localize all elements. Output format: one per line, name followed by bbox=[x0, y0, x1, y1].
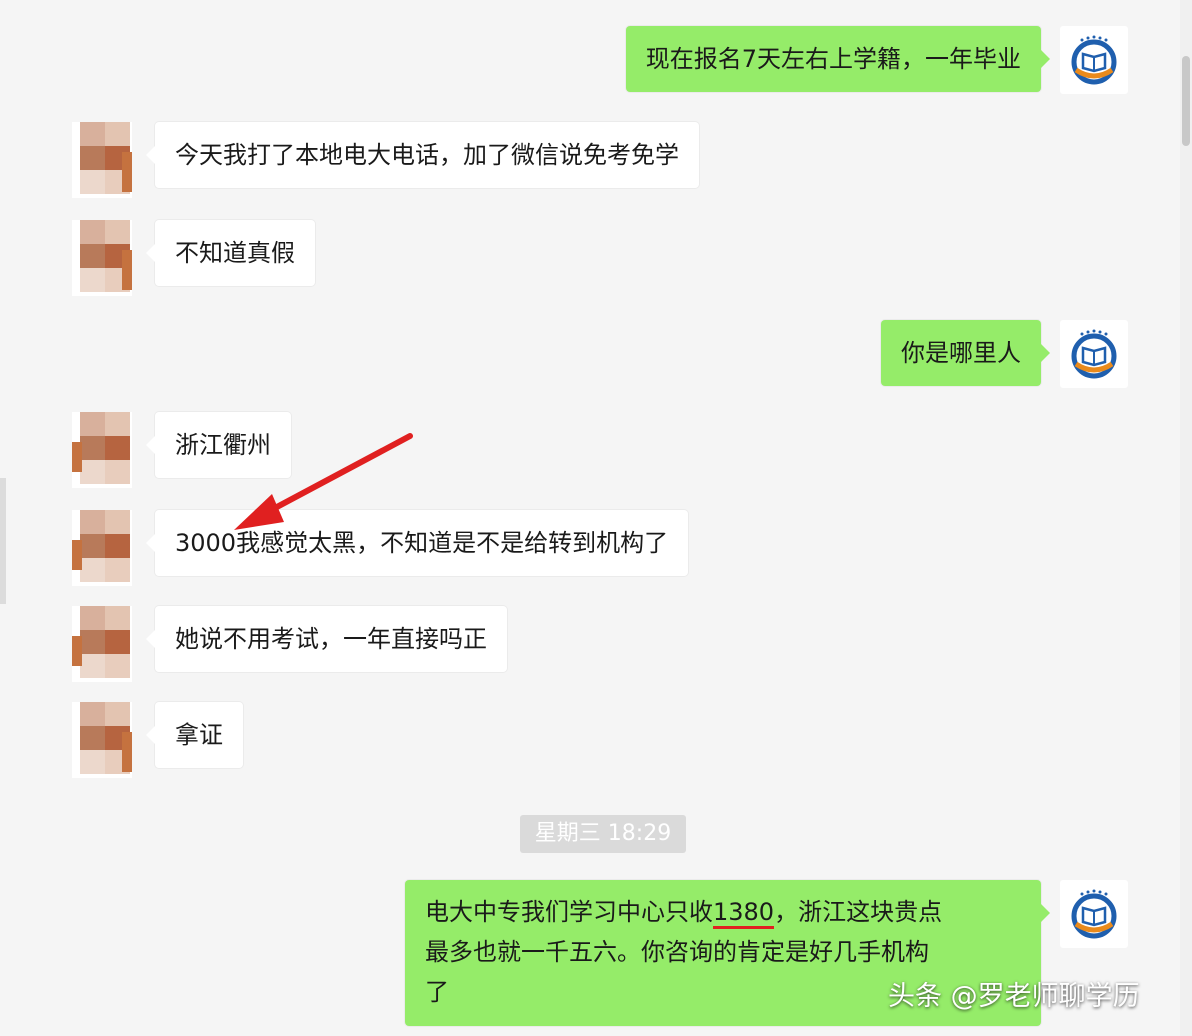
message-bubble[interactable]: 今天我打了本地电大电话，加了微信说免考免学 bbox=[146, 122, 699, 188]
pixelated-avatar-icon[interactable] bbox=[72, 220, 132, 296]
watermark: 头条 @罗老师聊学历 bbox=[888, 981, 1140, 1012]
message-received: 拿证 bbox=[72, 702, 243, 778]
message-bubble[interactable]: 你是哪里人 bbox=[881, 320, 1050, 386]
message-text: 电大中专我们学习中心只收 bbox=[425, 898, 713, 926]
message-received: 不知道真假 bbox=[72, 220, 315, 296]
pixelated-avatar-icon[interactable] bbox=[72, 702, 132, 778]
message-sent: 你是哪里人 bbox=[881, 320, 1128, 388]
pixelated-avatar-icon[interactable] bbox=[72, 412, 132, 488]
scrollbar[interactable] bbox=[1180, 0, 1192, 1036]
message-line: 最多也就一千五六。你咨询的肯定是好几手机构 bbox=[425, 938, 929, 966]
school-logo-avatar[interactable] bbox=[1060, 26, 1128, 94]
message-bubble[interactable]: 她说不用考试，一年直接吗正 bbox=[146, 606, 507, 672]
chat-window: 现在报名7天左右上学籍，一年毕业 今天我打了本地电大电话，加了微信说免考免学 不… bbox=[0, 0, 1180, 1036]
school-book-logo-icon bbox=[1071, 329, 1117, 379]
pixelated-avatar-icon[interactable] bbox=[72, 606, 132, 682]
message-text: ，浙江这块贵点 bbox=[774, 898, 943, 926]
message-bubble[interactable]: 现在报名7天左右上学籍，一年毕业 bbox=[625, 26, 1051, 92]
school-book-logo-icon bbox=[1071, 35, 1117, 85]
school-logo-avatar[interactable] bbox=[1060, 880, 1128, 948]
highlighted-price: 1380 bbox=[713, 898, 775, 929]
pixelated-avatar-icon[interactable] bbox=[72, 510, 132, 586]
pixelated-avatar-icon[interactable] bbox=[72, 122, 132, 198]
timestamp: 星期三 18:29 bbox=[520, 815, 686, 853]
message-received: 今天我打了本地电大电话，加了微信说免考免学 bbox=[72, 122, 699, 198]
message-bubble[interactable]: 不知道真假 bbox=[146, 220, 315, 286]
message-sent: 现在报名7天左右上学籍，一年毕业 bbox=[625, 26, 1128, 94]
school-logo-avatar[interactable] bbox=[1060, 320, 1128, 388]
message-line: 电大中专我们学习中心只收1380，浙江这块贵点 bbox=[425, 892, 1021, 932]
message-received: 她说不用考试，一年直接吗正 bbox=[72, 606, 507, 682]
scrollbar-thumb[interactable] bbox=[1182, 56, 1190, 146]
school-book-logo-icon bbox=[1071, 889, 1117, 939]
window-edge bbox=[0, 478, 6, 604]
message-bubble[interactable]: 拿证 bbox=[146, 702, 243, 768]
annotation-arrow-icon bbox=[234, 433, 413, 530]
